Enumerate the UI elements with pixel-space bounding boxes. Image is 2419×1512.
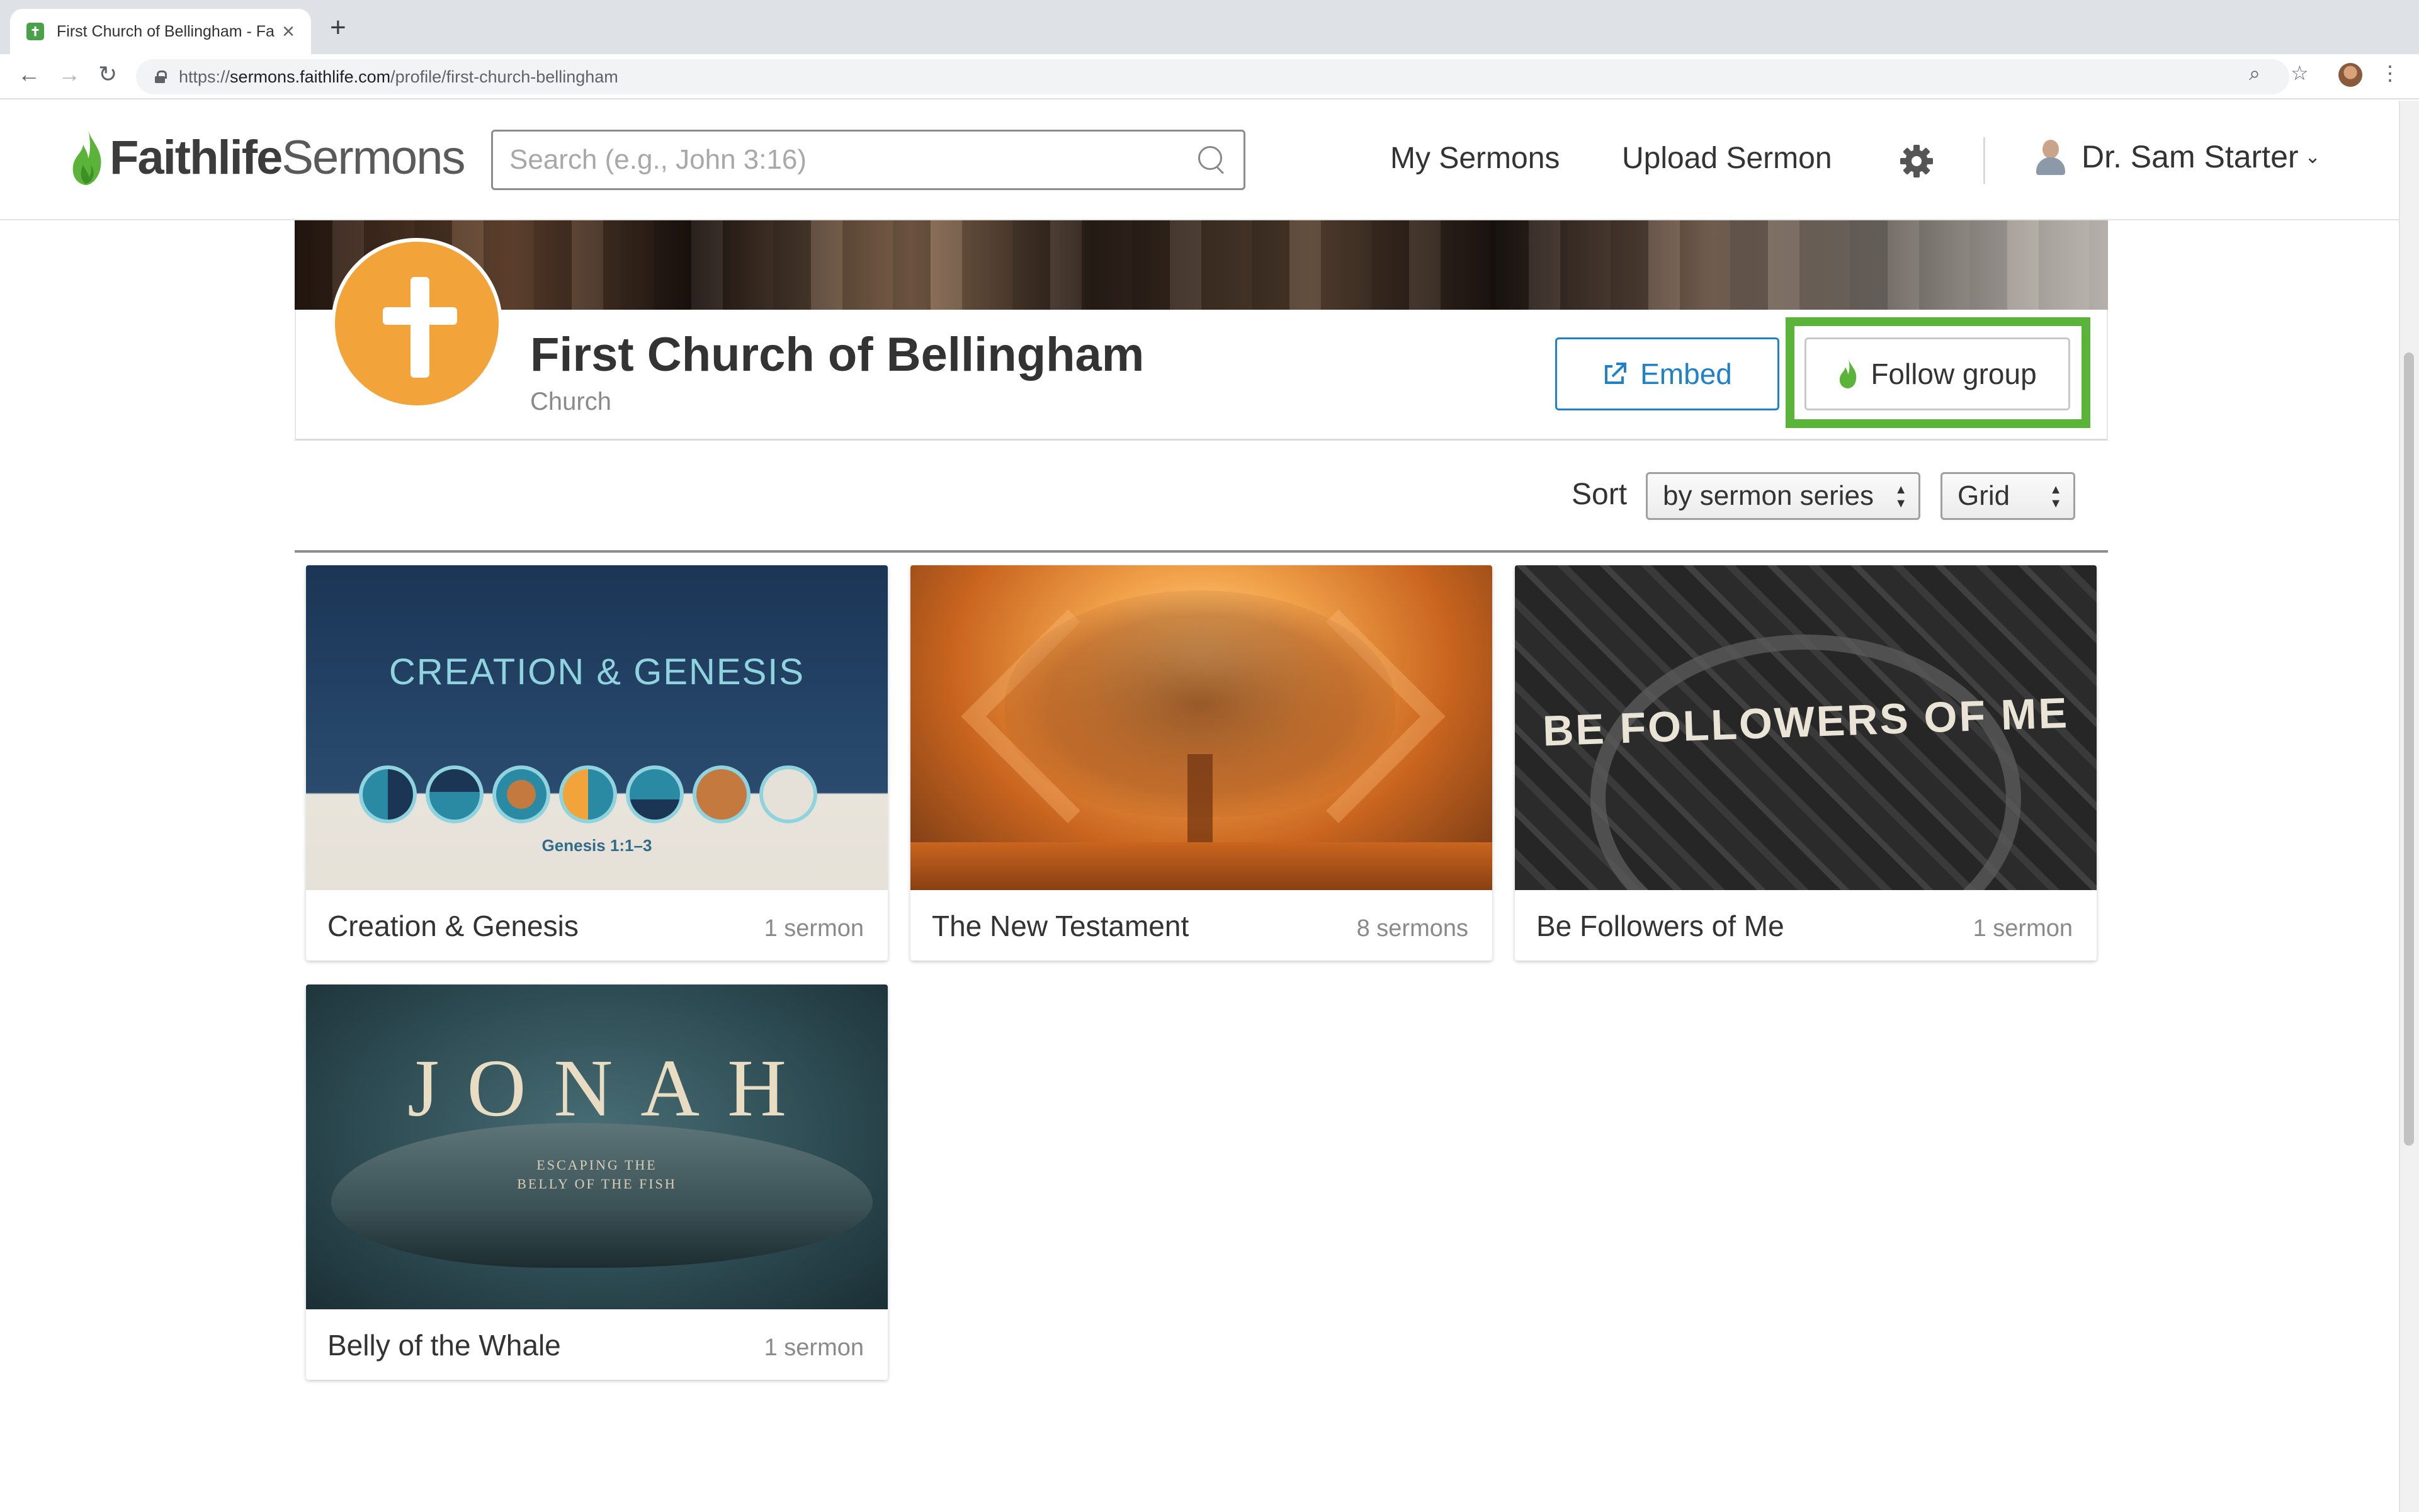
group-type: Church xyxy=(530,388,611,415)
thumbnail-art-subtitle: ESCAPING THE BELLY OF THE FISH xyxy=(517,1157,677,1192)
embed-button[interactable]: Embed xyxy=(1555,337,1779,410)
phase-disc xyxy=(759,765,817,823)
embed-button-label: Embed xyxy=(1640,358,1732,390)
view-select[interactable]: Grid ▲ ▼ xyxy=(1940,472,2075,520)
series-thumbnail: JONAH ESCAPING THE BELLY OF THE FISH xyxy=(306,984,888,1309)
site-header: Faithlife Sermons My Sermons Upload Serm… xyxy=(0,101,2419,220)
url-text: https://sermons.faithlife.com/profile/fi… xyxy=(179,67,618,86)
phase-disc xyxy=(359,765,417,823)
browser-tab-strip: ✝ First Church of Bellingham - Fa × + xyxy=(0,0,2419,54)
faithlife-sermons-logo[interactable]: Faithlife Sermons xyxy=(69,127,465,188)
browser-menu-icon[interactable]: ⋮ xyxy=(2380,63,2400,83)
sort-select-value: by sermon series xyxy=(1663,480,1874,511)
cross-icon xyxy=(411,277,429,378)
chevron-down-icon: ⌄ xyxy=(2304,146,2321,167)
logo-text-sermons: Sermons xyxy=(281,130,465,184)
series-title[interactable]: The New Testament xyxy=(932,909,1189,943)
phase-disc xyxy=(426,765,484,823)
nav-my-sermons-link[interactable]: My Sermons xyxy=(1390,141,1560,176)
nav-upload-sermon-link[interactable]: Upload Sermon xyxy=(1622,141,1832,176)
view-select-value: Grid xyxy=(1957,480,2010,511)
new-tab-button[interactable]: + xyxy=(330,14,346,42)
user-name: Dr. Sam Starter xyxy=(2082,139,2299,174)
church-avatar xyxy=(331,238,502,409)
header-divider xyxy=(1983,137,1985,184)
gear-icon[interactable] xyxy=(1899,144,1934,179)
profile-banner-image xyxy=(295,220,2108,310)
browser-tab[interactable]: ✝ First Church of Bellingham - Fa × xyxy=(10,9,311,54)
series-title[interactable]: Belly of the Whale xyxy=(327,1328,561,1362)
follow-group-button[interactable]: Follow group xyxy=(1804,337,2070,410)
forward-arrow-icon[interactable]: → xyxy=(58,63,81,86)
series-thumbnail: CREATION & GENESIS Genesis 1:1–3 xyxy=(306,565,888,890)
maze-graphic xyxy=(1590,635,2021,890)
bookmark-star-icon[interactable]: ☆ xyxy=(2291,63,2309,83)
search-icon[interactable] xyxy=(1197,145,1227,175)
phase-disc xyxy=(626,765,684,823)
page-title: First Church of Bellingham xyxy=(530,328,1145,381)
whale-graphic xyxy=(331,1123,873,1268)
sermon-count: 1 sermon xyxy=(764,1334,864,1361)
series-card[interactable]: JONAH ESCAPING THE BELLY OF THE FISH Bell… xyxy=(306,984,888,1380)
user-avatar xyxy=(2035,138,2066,175)
sermon-count: 1 sermon xyxy=(764,915,864,942)
sort-label: Sort xyxy=(1572,478,1628,511)
series-title[interactable]: Creation & Genesis xyxy=(327,909,579,943)
section-divider xyxy=(295,550,2108,553)
faithlife-favicon-icon: ✝ xyxy=(26,23,44,40)
sermon-count: 8 sermons xyxy=(1356,915,1468,942)
back-arrow-icon[interactable]: ← xyxy=(18,63,40,86)
follow-group-label: Follow group xyxy=(1871,358,2037,390)
reload-icon[interactable]: ↻ xyxy=(98,63,117,86)
search-input[interactable] xyxy=(509,144,1197,176)
address-bar[interactable]: https://sermons.faithlife.com/profile/fi… xyxy=(136,59,2289,94)
page-scrollbar-thumb[interactable] xyxy=(2404,353,2414,1146)
logo-text-faithlife: Faithlife xyxy=(110,130,283,184)
zoom-icon[interactable]: ⌕ xyxy=(2249,63,2260,83)
thumbnail-art-title: JONAH xyxy=(407,1043,815,1134)
series-thumbnail: BE FOLLOWERS OF ME xyxy=(1515,565,2097,890)
flame-logo-icon xyxy=(72,130,101,185)
lock-icon xyxy=(155,71,167,83)
phase-disc xyxy=(693,765,751,823)
select-arrows-icon: ▲ ▼ xyxy=(1895,483,1907,511)
series-thumbnail xyxy=(910,565,1492,890)
tab-close-icon[interactable]: × xyxy=(282,21,295,42)
thumbnail-art-title: CREATION & GENESIS xyxy=(388,652,805,692)
search-box[interactable] xyxy=(491,130,1245,190)
browser-toolbar: ← → ↻ https://sermons.faithlife.com/prof… xyxy=(0,54,2419,99)
external-link-icon xyxy=(1605,363,1627,384)
series-card[interactable]: CREATION & GENESIS Genesis 1:1–3 Creatio… xyxy=(306,565,888,961)
sort-select[interactable]: by sermon series ▲ ▼ xyxy=(1646,472,1920,520)
user-menu[interactable]: Dr. Sam Starter ⌄ xyxy=(2035,138,2321,175)
phase-disc xyxy=(492,765,550,823)
flame-icon xyxy=(1840,359,1857,388)
tab-title: First Church of Bellingham - Fa xyxy=(57,22,275,40)
series-card[interactable]: BE FOLLOWERS OF ME Be Followers of Me 1 … xyxy=(1515,565,2097,961)
select-arrows-icon: ▲ ▼ xyxy=(2049,483,2062,511)
browser-profile-avatar[interactable] xyxy=(2338,63,2362,87)
phase-disc xyxy=(559,765,617,823)
sermon-count: 1 sermon xyxy=(1973,915,2073,942)
series-card[interactable]: The New Testament 8 sermons xyxy=(910,565,1492,961)
series-title[interactable]: Be Followers of Me xyxy=(1536,909,1784,943)
thumbnail-art-subtitle: Genesis 1:1–3 xyxy=(541,836,652,855)
